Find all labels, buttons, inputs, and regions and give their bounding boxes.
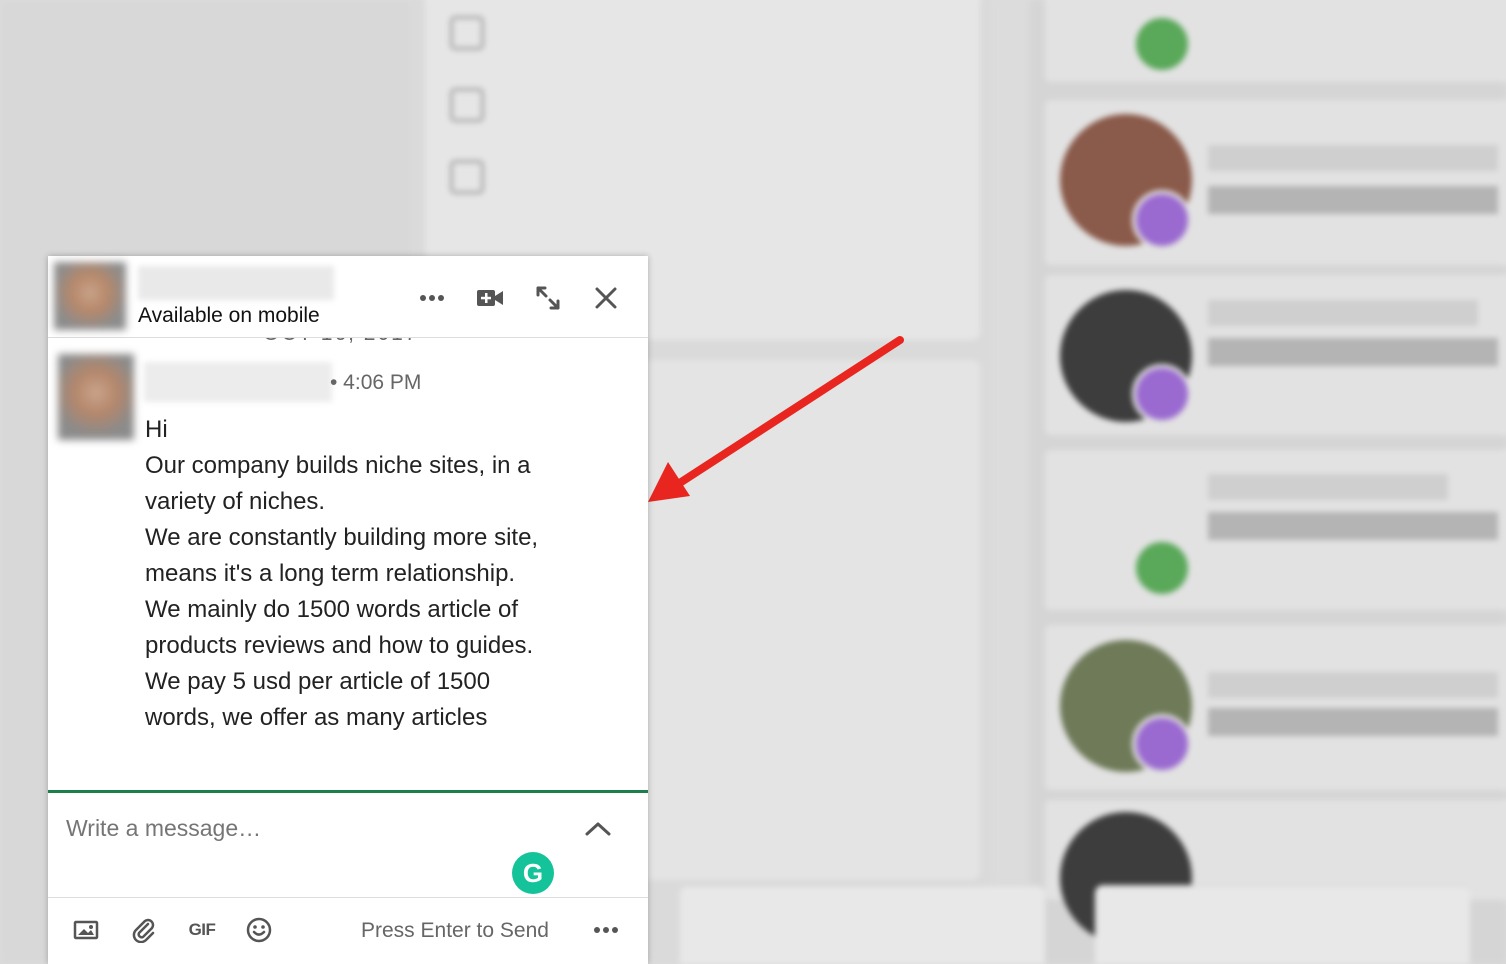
compose-area: G (48, 790, 648, 898)
background-text (1208, 512, 1498, 540)
attach-file-button[interactable] (126, 912, 162, 948)
compose-toolbar: GIF Press Enter to Send (48, 898, 648, 964)
attach-image-button[interactable] (68, 912, 104, 948)
background-row (450, 160, 960, 194)
message-input[interactable] (66, 815, 546, 842)
message-list[interactable]: OCT 16, 2017 • 4:06 PM Hi Our company bu… (48, 338, 648, 790)
contact-name-redacted[interactable] (138, 266, 334, 300)
background-minimized-chat (1095, 885, 1470, 964)
ellipsis-icon (420, 295, 444, 301)
message-body: Hi Our company builds niche sites, in a … (145, 412, 545, 736)
background-text (1208, 186, 1498, 214)
background-badge (1132, 538, 1192, 598)
background-badge (1132, 364, 1192, 424)
compose-more-button[interactable] (588, 912, 624, 948)
more-options-button[interactable] (410, 276, 454, 320)
expand-icon (536, 286, 560, 310)
message-line: We are constantly building more site, me… (145, 524, 539, 587)
send-hint: Press Enter to Send (361, 919, 549, 942)
contact-avatar[interactable] (54, 262, 126, 330)
chat-header: Available on mobile (48, 256, 648, 338)
background-text (1208, 708, 1498, 736)
background-text (1208, 474, 1448, 500)
video-call-button[interactable] (468, 276, 512, 320)
date-separator: OCT 16, 2017 (263, 338, 419, 346)
video-call-icon (477, 290, 503, 306)
chat-window: Available on mobile OCT 16, 2 (48, 256, 648, 964)
close-button[interactable] (584, 276, 628, 320)
background-text (1208, 145, 1498, 171)
emoji-icon (246, 917, 272, 943)
background-badge (1132, 190, 1192, 250)
paperclip-icon (132, 918, 155, 943)
background-list-item (1045, 0, 1506, 82)
background-minimized-chat (680, 885, 1045, 964)
image-icon (73, 920, 99, 940)
background-text (1208, 300, 1478, 326)
close-icon (595, 287, 617, 309)
gif-label: GIF (188, 920, 216, 939)
message-line: We mainly do 1500 words article of produ… (145, 596, 534, 659)
expand-compose-button[interactable] (580, 811, 616, 847)
background-row (450, 16, 960, 50)
background-text (1208, 338, 1498, 366)
emoji-button[interactable] (241, 912, 277, 948)
message-line: Our company builds niche sites, in a var… (145, 452, 531, 515)
expand-button[interactable] (526, 276, 570, 320)
background-badge (1132, 714, 1192, 774)
message-timestamp: • 4:06 PM (330, 371, 422, 394)
ellipsis-icon (594, 927, 618, 933)
grammarly-button[interactable]: G (512, 852, 554, 894)
message-line: Hi (145, 416, 168, 443)
sender-name-redacted[interactable] (144, 362, 332, 402)
chevron-up-icon (585, 822, 611, 836)
message-line: We pay 5 usd per article of 1500 words, … (145, 668, 491, 731)
background-row (450, 88, 960, 122)
background-text (1208, 672, 1498, 698)
contact-status: Available on mobile (138, 304, 320, 327)
gif-button[interactable]: GIF (184, 912, 220, 948)
sender-avatar[interactable] (58, 354, 134, 440)
background-badge (1132, 14, 1192, 74)
